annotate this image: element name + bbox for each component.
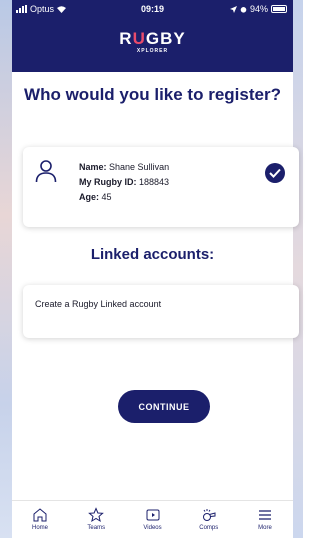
bottom-tab-bar: Home Teams Videos Comps More xyxy=(12,500,293,538)
status-right: 94% xyxy=(229,4,287,14)
whistle-icon xyxy=(202,509,216,521)
tab-comps[interactable]: Comps xyxy=(181,501,237,538)
user-age-row: Age: 45 xyxy=(79,192,112,202)
logo-subtitle: XPLORER xyxy=(136,48,169,54)
tab-home[interactable]: Home xyxy=(12,501,68,538)
tab-videos[interactable]: Videos xyxy=(125,501,181,538)
user-icon xyxy=(35,160,57,183)
app-header: Optus 09:19 94% RUGBY XPLORER xyxy=(12,0,293,72)
rugby-xplorer-logo: RUGBY XPLORER xyxy=(12,29,293,55)
background-blur-right xyxy=(293,0,303,538)
page-title: Who would you like to register? xyxy=(24,85,281,104)
battery-percent: 94% xyxy=(249,4,268,14)
user-name-row: Name: Shane Sullivan xyxy=(79,162,170,172)
star-icon xyxy=(88,507,105,523)
selected-check-icon[interactable] xyxy=(265,163,285,183)
status-bar: Optus 09:19 94% xyxy=(12,0,293,18)
tab-home-label: Home xyxy=(31,525,48,531)
tab-teams-label: Teams xyxy=(87,525,106,531)
tab-teams[interactable]: Teams xyxy=(68,501,124,538)
play-icon xyxy=(146,509,159,521)
create-linked-account-card[interactable]: Create a Rugby Linked account xyxy=(23,285,299,338)
user-details: Name: Shane Sullivan My Rugby ID: 188843… xyxy=(79,160,169,205)
create-linked-account-label: Create a Rugby Linked account xyxy=(35,299,162,309)
tab-more-label: More xyxy=(258,525,272,531)
location-icon xyxy=(229,5,237,13)
logo-wordmark: RUGBY xyxy=(119,29,186,48)
alarm-icon xyxy=(240,6,247,13)
battery-icon xyxy=(271,5,287,13)
home-icon xyxy=(33,508,47,522)
menu-icon xyxy=(259,510,271,520)
tab-comps-label: Comps xyxy=(199,525,219,531)
tab-videos-label: Videos xyxy=(143,525,162,531)
background-blur-left xyxy=(0,0,12,538)
continue-button[interactable]: CONTINUE xyxy=(118,390,210,423)
tab-more[interactable]: More xyxy=(237,501,293,538)
linked-accounts-title: Linked accounts: xyxy=(90,246,215,263)
user-card[interactable]: Name: Shane Sullivan My Rugby ID: 188843… xyxy=(23,147,299,227)
user-id-row: My Rugby ID: 188843 xyxy=(79,177,170,187)
app-screen: Optus 09:19 94% RUGBY XPLORER Who would … xyxy=(12,0,299,538)
